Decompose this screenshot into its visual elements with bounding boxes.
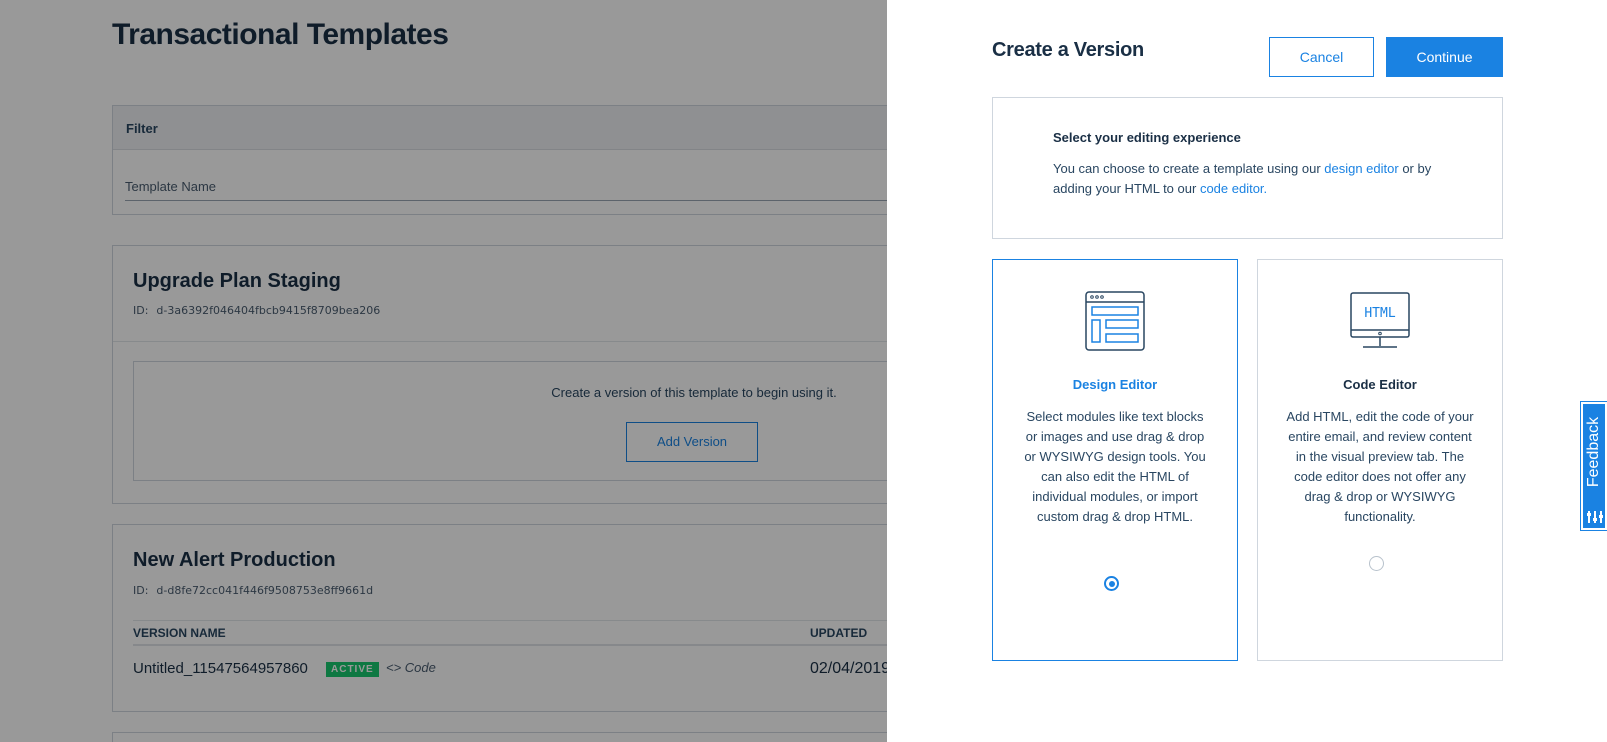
- html-monitor-icon: HTML: [1350, 292, 1410, 348]
- modal-overlay[interactable]: [0, 0, 887, 742]
- code-editor-label: Code Editor: [1343, 377, 1417, 392]
- code-editor-description: Add HTML, edit the code of your entire e…: [1286, 409, 1474, 524]
- code-editor-radio[interactable]: [1369, 556, 1384, 571]
- feedback-tab[interactable]: Feedback: [1581, 402, 1607, 530]
- design-editor-option[interactable]: Design Editor Select modules like text b…: [992, 259, 1238, 661]
- info-text: You can choose to create a template usin…: [1053, 161, 1432, 196]
- code-editor-link[interactable]: code editor.: [1200, 181, 1267, 196]
- html-icon-text: HTML: [1364, 306, 1395, 321]
- create-version-panel: Create a Version Cancel Continue Select …: [887, 0, 1607, 742]
- info-heading: Select your editing experience: [1053, 130, 1241, 145]
- editing-experience-info: Select your editing experience You can c…: [992, 97, 1503, 239]
- sliders-icon: [1587, 511, 1603, 523]
- design-editor-link[interactable]: design editor: [1324, 161, 1398, 176]
- panel-title: Create a Version: [992, 39, 1144, 61]
- continue-button[interactable]: Continue: [1386, 37, 1503, 77]
- code-editor-option[interactable]: HTML Code Editor Add HTML, edit the code…: [1257, 259, 1503, 661]
- design-editor-description: Select modules like text blocks or image…: [1024, 409, 1206, 524]
- design-editor-label: Design Editor: [1072, 377, 1158, 392]
- design-editor-radio[interactable]: [1104, 576, 1119, 591]
- design-layout-icon: [1085, 291, 1145, 351]
- feedback-label: Feedback: [1585, 416, 1602, 488]
- cancel-button[interactable]: Cancel: [1269, 37, 1374, 77]
